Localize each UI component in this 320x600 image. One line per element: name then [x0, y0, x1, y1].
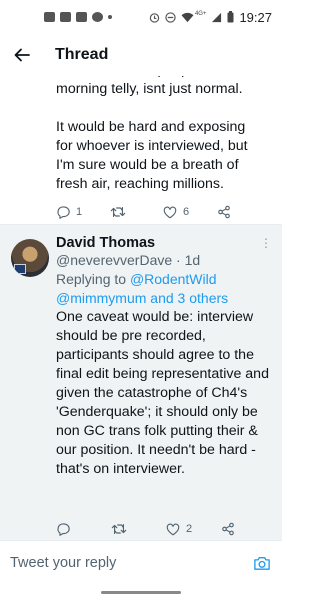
like-count: 6 [183, 206, 190, 218]
retweet-icon [110, 206, 125, 218]
reply-button[interactable]: 1 [56, 205, 110, 219]
reply-composer: Tweet your reply [0, 541, 282, 585]
name-row: David Thomas ⋮ [56, 235, 274, 251]
replying-to-prefix: Replying to [56, 271, 127, 287]
share-button[interactable] [221, 522, 276, 536]
tweet-actions: 1 6 [56, 200, 270, 224]
heart-icon [163, 206, 177, 218]
handle-row: @neverevverDave · 1d [56, 251, 274, 270]
reply-icon [57, 523, 70, 536]
mention-link-others[interactable]: @mimmymum and 3 others [56, 290, 228, 306]
clock: 19:27 [239, 9, 272, 25]
arrow-left-icon [14, 48, 30, 62]
share-button[interactable] [217, 205, 271, 219]
status-right: 4G+ 19:27 [149, 10, 272, 25]
user-handle[interactable]: @neverevverDave [56, 252, 172, 268]
thread-content[interactable]: that affect trans people, on morning tel… [0, 76, 282, 540]
tweet-text: One caveat would be: interview should be… [56, 309, 269, 477]
home-gesture-pill[interactable] [101, 591, 181, 594]
camera-button[interactable] [250, 551, 274, 575]
notification-icon [44, 12, 55, 22]
tweet-actions: 2 [56, 517, 276, 540]
share-icon [217, 205, 230, 219]
signal-icon [212, 12, 222, 22]
retweet-button[interactable] [111, 522, 166, 536]
status-notification-icons [44, 12, 112, 22]
tweet-text: that affect trans people, on morning tel… [56, 76, 248, 192]
display-name[interactable]: David Thomas [56, 235, 155, 251]
retweet-icon [111, 523, 127, 535]
timestamp: 1d [184, 252, 201, 268]
reply-icon [57, 206, 70, 219]
replying-to: Replying to @RodentWild @mimmymum and 3 … [56, 270, 274, 308]
alarm-icon [149, 12, 160, 23]
like-button[interactable]: 2 [166, 523, 221, 536]
system-nav-bar [0, 585, 282, 600]
network-type: 4G+ [194, 11, 207, 17]
like-count: 2 [186, 523, 193, 535]
tweet-focused[interactable]: David Thomas ⋮ @neverevverDave · 1d Repl… [0, 225, 282, 540]
reply-button[interactable] [56, 522, 111, 536]
thread-header: Thread [0, 34, 282, 76]
avatar[interactable] [11, 239, 49, 277]
play-icon [92, 12, 103, 22]
like-button[interactable]: 6 [163, 206, 217, 219]
page-title: Thread [55, 46, 109, 63]
tweet-previous[interactable]: that affect trans people, on morning tel… [0, 76, 282, 224]
retweet-button[interactable] [110, 205, 164, 219]
more-options-icon[interactable]: ⋮ [258, 237, 274, 249]
wifi-icon [181, 12, 194, 22]
back-button[interactable] [2, 35, 42, 75]
youtube-icon [76, 12, 87, 22]
image-icon [60, 12, 71, 22]
status-bar: 4G+ 19:27 [0, 0, 282, 34]
battery-icon [227, 11, 234, 23]
mention-link[interactable]: @RodentWild [130, 271, 217, 287]
separator-dot: · [176, 252, 181, 268]
tweet-body: David Thomas ⋮ @neverevverDave · 1d Repl… [56, 235, 274, 479]
reply-count: 1 [76, 206, 83, 218]
share-icon [222, 522, 234, 536]
reply-input[interactable]: Tweet your reply [10, 555, 250, 571]
dnd-icon [165, 11, 176, 23]
heart-icon [166, 523, 180, 535]
camera-icon [254, 557, 270, 570]
dot-icon [108, 15, 112, 19]
flag-icon [14, 264, 26, 274]
